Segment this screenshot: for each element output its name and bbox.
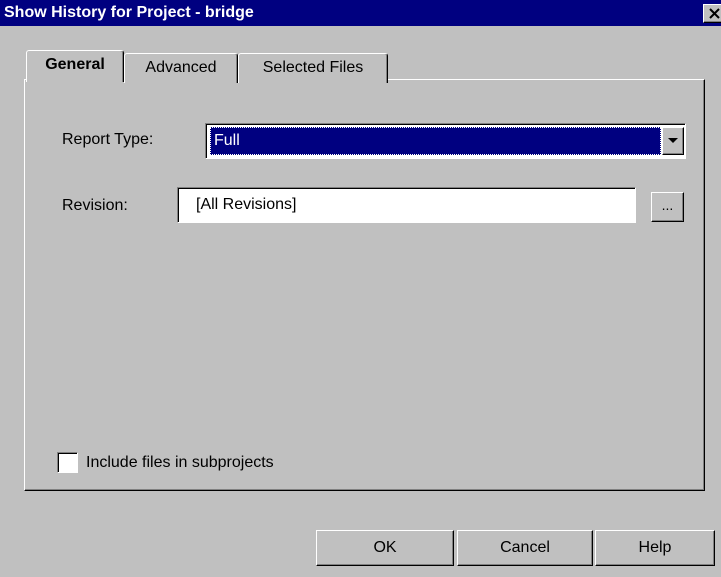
revision-input[interactable]: [All Revisions] bbox=[177, 187, 636, 223]
include-subprojects-label[interactable]: Include files in subprojects bbox=[86, 453, 274, 473]
revision-value: [All Revisions] bbox=[196, 196, 297, 213]
include-subprojects-checkbox[interactable] bbox=[57, 452, 78, 473]
window-title: Show History for Project - bridge bbox=[4, 4, 254, 21]
help-button[interactable]: Help bbox=[595, 530, 715, 566]
close-button[interactable] bbox=[703, 4, 721, 23]
close-icon bbox=[709, 8, 720, 19]
cancel-button[interactable]: Cancel bbox=[457, 530, 593, 566]
report-type-select[interactable]: Full bbox=[205, 123, 686, 159]
tab-general[interactable]: General bbox=[26, 50, 124, 82]
ok-button[interactable]: OK bbox=[316, 530, 454, 566]
chevron-down-icon bbox=[668, 138, 678, 143]
tab-selected-files[interactable]: Selected Files bbox=[238, 53, 388, 83]
revision-browse-button[interactable]: ... bbox=[651, 192, 684, 222]
report-type-dropdown-button[interactable] bbox=[662, 127, 684, 155]
tab-advanced[interactable]: Advanced bbox=[124, 53, 238, 83]
report-type-label: Report Type: bbox=[62, 131, 154, 148]
revision-label: Revision: bbox=[62, 197, 128, 214]
title-bar[interactable]: Show History for Project - bridge bbox=[0, 0, 721, 26]
report-type-selected-value[interactable]: Full bbox=[210, 127, 661, 155]
